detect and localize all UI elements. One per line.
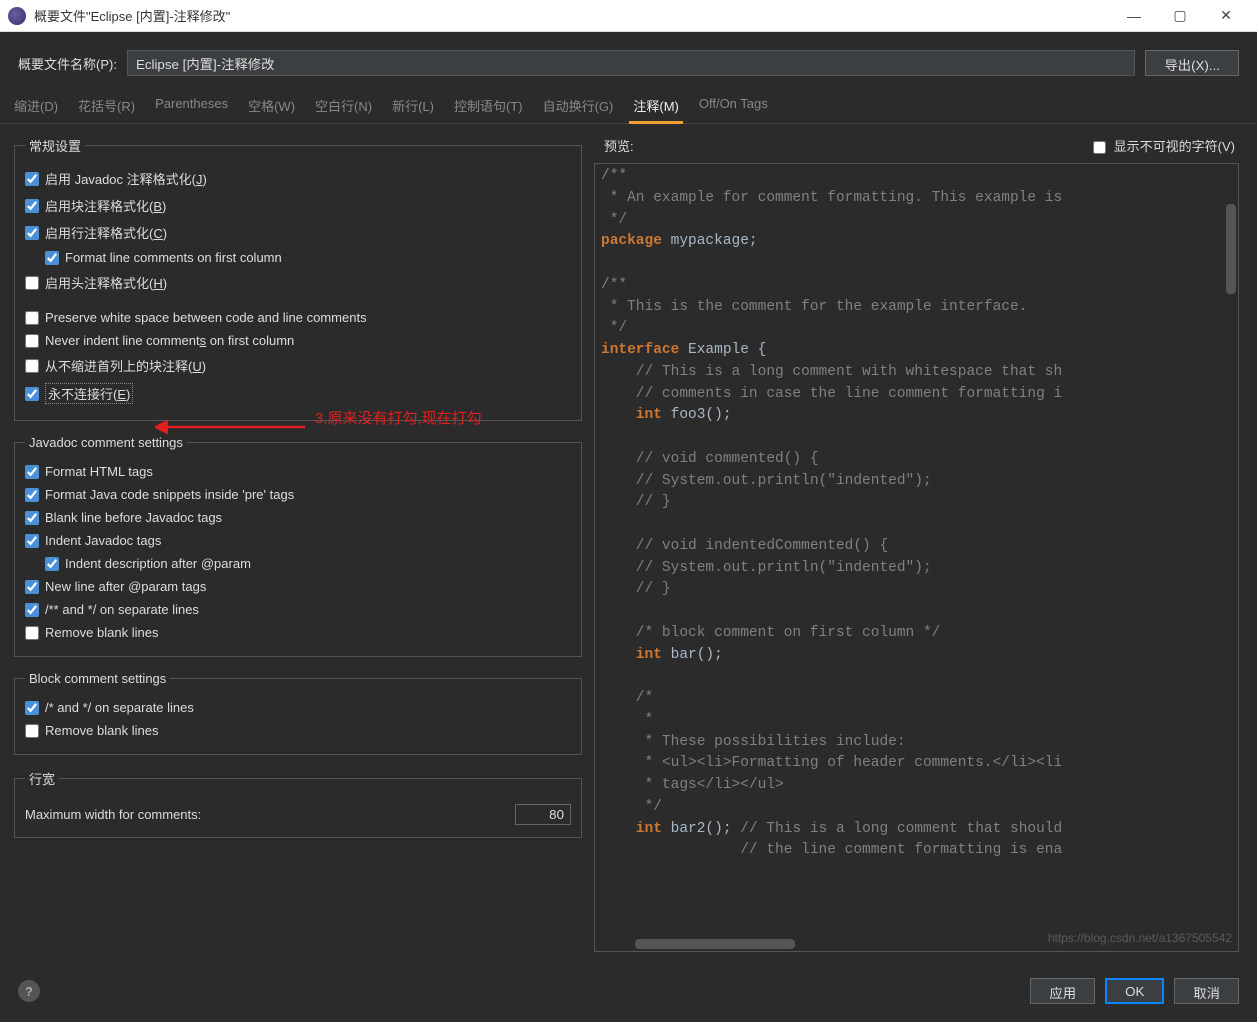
chk-never-indent-line[interactable]: Never indent line comments on first colu… <box>25 329 571 352</box>
scrollbar-vertical[interactable] <box>1226 204 1236 294</box>
apply-button[interactable]: 应用 <box>1030 978 1095 1004</box>
watermark: https://blog.csdn.net/a1367505542 <box>1048 931 1232 945</box>
general-settings-legend: 常规设置 <box>25 136 85 155</box>
tab-indent[interactable]: 缩进(D) <box>4 90 68 123</box>
chk-never-join-lines[interactable]: 永不连接行(E) <box>25 379 571 408</box>
preview-label: 预览: <box>604 136 634 155</box>
chk-preserve-ws-box[interactable] <box>25 311 39 325</box>
chk-never-indent-block-box[interactable] <box>25 359 39 373</box>
tab-newlines[interactable]: 新行(L) <box>382 90 444 123</box>
general-settings-group: 常规设置 启用 Javadoc 注释格式化(J) 启用块注释格式化(B) 启用行… <box>14 136 582 421</box>
profile-name-input[interactable] <box>127 50 1136 76</box>
chk-header-format[interactable]: 启用头注释格式化(H) <box>25 269 571 296</box>
preview-pane: 预览: 显示不可视的字符(V) /** * An example for com… <box>590 124 1257 964</box>
tab-braces[interactable]: 花括号(R) <box>68 90 145 123</box>
block-settings-legend: Block comment settings <box>25 671 170 686</box>
show-invisible-row[interactable]: 显示不可视的字符(V) <box>1093 136 1235 155</box>
chk-format-html[interactable]: Format HTML tags <box>25 460 571 483</box>
tab-parentheses[interactable]: Parentheses <box>145 90 238 123</box>
profile-row: 概要文件名称(P): 导出(X)... <box>0 32 1257 90</box>
eclipse-icon <box>8 7 26 25</box>
chk-preserve-ws[interactable]: Preserve white space between code and li… <box>25 306 571 329</box>
chk-javadoc-format-box[interactable] <box>25 172 39 186</box>
chk-javadoc-format[interactable]: 启用 Javadoc 注释格式化(J) <box>25 165 571 192</box>
chk-block-format-box[interactable] <box>25 199 39 213</box>
chk-javadoc-separate-lines[interactable]: /** and */ on separate lines <box>25 598 571 621</box>
chk-line-format[interactable]: 启用行注释格式化(C) <box>25 219 571 246</box>
block-settings-group: Block comment settings /* and */ on sepa… <box>14 671 582 755</box>
window-title: 概要文件"Eclipse [内置]-注释修改" <box>34 6 230 25</box>
annotation-text: 3,原来没有打勾,现在打勾 <box>315 407 482 428</box>
ok-button[interactable]: OK <box>1105 978 1164 1004</box>
cancel-button[interactable]: 取消 <box>1174 978 1239 1004</box>
footer: ? 应用 OK 取消 <box>0 964 1257 1022</box>
tab-control[interactable]: 控制语句(T) <box>444 90 533 123</box>
tab-comments[interactable]: 注释(M) <box>623 90 689 123</box>
max-width-label: Maximum width for comments: <box>25 807 201 822</box>
code-preview-text: /** * An example for comment formatting.… <box>595 164 1238 864</box>
tab-offon[interactable]: Off/On Tags <box>689 90 778 123</box>
maximize-button[interactable]: ▢ <box>1157 0 1203 32</box>
chk-first-column[interactable]: Format line comments on first column <box>45 246 571 269</box>
chk-indent-after-param[interactable]: Indent description after @param <box>45 552 571 575</box>
tab-bar: 缩进(D) 花括号(R) Parentheses 空格(W) 空白行(N) 新行… <box>0 90 1257 124</box>
chk-block-format[interactable]: 启用块注释格式化(B) <box>25 192 571 219</box>
chk-indent-javadoc[interactable]: Indent Javadoc tags <box>25 529 571 552</box>
chk-never-join-lines-box[interactable] <box>25 387 39 401</box>
close-button[interactable]: ✕ <box>1203 0 1249 32</box>
chk-never-indent-block[interactable]: 从不缩进首列上的块注释(U) <box>25 352 571 379</box>
max-width-input[interactable] <box>515 804 571 825</box>
chk-javadoc-remove-blank[interactable]: Remove blank lines <box>25 621 571 644</box>
chk-first-column-box[interactable] <box>45 251 59 265</box>
chk-block-separate-lines[interactable]: /* and */ on separate lines <box>25 696 571 719</box>
code-preview[interactable]: /** * An example for comment formatting.… <box>594 163 1239 952</box>
linewidth-legend: 行宽 <box>25 769 59 788</box>
javadoc-settings-group: Javadoc comment settings Format HTML tag… <box>14 435 582 657</box>
chk-blank-before-javadoc[interactable]: Blank line before Javadoc tags <box>25 506 571 529</box>
chk-format-pre[interactable]: Format Java code snippets inside 'pre' t… <box>25 483 571 506</box>
scrollbar-horizontal[interactable] <box>635 939 795 949</box>
tab-blanklines[interactable]: 空白行(N) <box>305 90 382 123</box>
linewidth-group: 行宽 Maximum width for comments: <box>14 769 582 838</box>
chk-line-format-box[interactable] <box>25 226 39 240</box>
chk-newline-after-param[interactable]: New line after @param tags <box>25 575 571 598</box>
profile-name-label: 概要文件名称(P): <box>18 54 117 73</box>
chk-header-format-box[interactable] <box>25 276 39 290</box>
chk-never-join-lines-label: 永不连接行(E) <box>45 383 133 404</box>
javadoc-settings-legend: Javadoc comment settings <box>25 435 187 450</box>
help-icon[interactable]: ? <box>18 980 40 1002</box>
tab-linewrap[interactable]: 自动换行(G) <box>533 90 624 123</box>
show-invisible-checkbox[interactable] <box>1093 141 1106 154</box>
settings-pane: 常规设置 启用 Javadoc 注释格式化(J) 启用块注释格式化(B) 启用行… <box>0 124 590 964</box>
export-button[interactable]: 导出(X)... <box>1145 50 1239 76</box>
app-body: 概要文件名称(P): 导出(X)... 缩进(D) 花括号(R) Parenth… <box>0 32 1257 1022</box>
titlebar: 概要文件"Eclipse [内置]-注释修改" — ▢ ✕ <box>0 0 1257 32</box>
chk-never-indent-line-box[interactable] <box>25 334 39 348</box>
minimize-button[interactable]: — <box>1111 0 1157 32</box>
chk-block-remove-blank[interactable]: Remove blank lines <box>25 719 571 742</box>
tab-whitespace[interactable]: 空格(W) <box>238 90 305 123</box>
